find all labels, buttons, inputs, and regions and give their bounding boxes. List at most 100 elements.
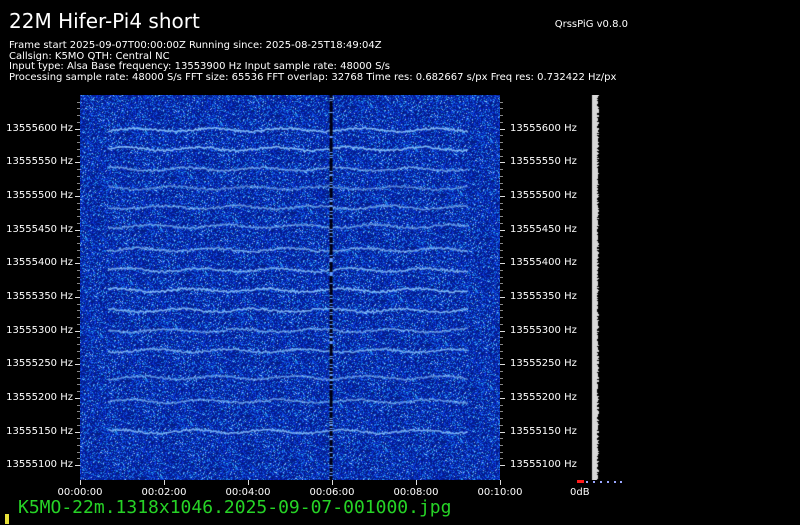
time-tick [80, 480, 81, 485]
window-title: 22M Hifer-Pi4 short [9, 9, 200, 33]
freq-label: 13555400 Hz [510, 257, 577, 269]
freq-minor-tick [500, 418, 503, 420]
freq-minor-tick [500, 121, 503, 123]
freq-minor-tick [500, 424, 503, 426]
freq-minor-tick [500, 411, 503, 413]
freq-minor-tick [500, 370, 503, 372]
freq-minor-tick [500, 236, 503, 238]
freq-tick [500, 330, 505, 332]
freq-minor-tick [500, 270, 503, 271]
freq-tick [500, 229, 505, 231]
freq-label: 13555350 Hz [510, 290, 577, 302]
freq-minor-tick [500, 101, 503, 103]
freq-label: 13555100 Hz [6, 459, 73, 471]
freq-minor-tick [500, 344, 503, 346]
freq-tick [500, 128, 505, 130]
freq-minor-tick [500, 350, 503, 352]
freq-label: 13555350 Hz [6, 290, 73, 302]
freq-label: 13555500 Hz [510, 189, 577, 201]
freq-minor-tick [500, 290, 503, 292]
freq-minor-tick [500, 243, 503, 245]
info-frame-start: Frame start 2025-09-07T00:00:00Z Running… [9, 40, 382, 51]
level-strip [590, 95, 600, 480]
info-processing: Processing sample rate: 48000 S/s FFT si… [9, 71, 617, 83]
freq-minor-tick [500, 256, 503, 258]
freq-minor-tick [500, 283, 503, 285]
freq-tick [500, 263, 505, 265]
freq-minor-tick [500, 377, 503, 379]
freq-tick [500, 296, 505, 298]
freq-minor-tick [500, 317, 503, 319]
freq-minor-tick [500, 249, 503, 251]
info-block: Frame start 2025-09-07T00:00:00Z Running… [9, 40, 617, 83]
freq-label: 13555100 Hz [510, 459, 577, 471]
freq-minor-tick [500, 303, 503, 305]
freq-label: 13555450 Hz [510, 223, 577, 235]
freq-minor-tick [500, 276, 503, 278]
freq-label: 13555250 Hz [6, 358, 73, 370]
freq-tick [500, 397, 505, 399]
spectrogram-waterfall[interactable] [80, 95, 500, 480]
time-tick [416, 480, 417, 485]
freq-tick [500, 162, 505, 164]
db-scale-dot [607, 481, 609, 483]
db-scale-dot [614, 481, 616, 483]
db-scale-dot [600, 481, 602, 483]
freq-label: 13555450 Hz [6, 223, 73, 235]
freq-label: 13555250 Hz [510, 358, 577, 370]
app-version: QrssPiG v0.8.0 [554, 19, 628, 30]
freq-minor-tick [500, 202, 503, 204]
db-label: 0dB [570, 487, 590, 498]
freq-tick [500, 195, 505, 197]
frequency-axis-right: 13555600 Hz 13555550 Hz 13555500 Hz 1355545… [500, 95, 580, 480]
freq-minor-tick [500, 135, 503, 137]
freq-minor-tick [500, 108, 503, 110]
freq-minor-tick [500, 222, 503, 224]
freq-label: 13555200 Hz [6, 391, 73, 403]
time-tick [500, 480, 501, 485]
freq-minor-tick [500, 384, 503, 386]
freq-minor-tick [500, 175, 503, 177]
freq-minor-tick [500, 216, 503, 218]
db-scale-dot [586, 481, 588, 483]
time-axis: 00:00:00 00:02:00 00:04:00 00:06:00 00:08:00… [0, 480, 540, 498]
time-tick [248, 480, 249, 485]
freq-tick [500, 364, 505, 366]
freq-minor-tick [500, 169, 503, 171]
freq-label: 13555550 Hz [510, 156, 577, 168]
freq-label: 13555300 Hz [6, 324, 73, 336]
freq-label: 13555150 Hz [6, 425, 73, 437]
freq-label: 13555150 Hz [510, 425, 577, 437]
freq-minor-tick [500, 404, 503, 406]
freq-tick [500, 431, 505, 433]
frequency-axis-left: 13555600 Hz 13555550 Hz 13555500 Hz 1355545… [0, 95, 80, 480]
freq-minor-tick [500, 451, 503, 453]
cursor-mark [5, 514, 9, 524]
freq-minor-tick [500, 438, 503, 440]
freq-minor-tick [500, 310, 503, 312]
freq-label: 13555550 Hz [6, 156, 73, 168]
freq-minor-tick [500, 189, 503, 191]
freq-label: 13555600 Hz [510, 122, 577, 134]
freq-label: 13555400 Hz [6, 257, 73, 269]
freq-minor-tick [500, 323, 503, 325]
db-scale-dot [593, 481, 595, 483]
freq-minor-tick [500, 115, 503, 117]
freq-minor-tick [500, 142, 503, 144]
freq-label: 13555500 Hz [6, 189, 73, 201]
freq-minor-tick [500, 357, 503, 359]
freq-minor-tick [500, 458, 503, 460]
freq-minor-tick [500, 445, 503, 446]
filename-caption: K5MO-22m.1318x1046.2025-09-07-001000.jpg [18, 497, 452, 518]
freq-minor-tick [500, 182, 503, 184]
time-tick [332, 480, 333, 485]
freq-label: 13555300 Hz [510, 324, 577, 336]
db-color-scale [577, 480, 622, 483]
time-label: 00:10:00 [477, 487, 523, 498]
freq-label: 13555200 Hz [510, 391, 577, 403]
freq-minor-tick [500, 209, 503, 211]
freq-minor-tick [500, 155, 503, 157]
time-tick [164, 480, 165, 485]
freq-minor-tick [500, 337, 503, 339]
db-scale-red-segment [577, 480, 584, 483]
